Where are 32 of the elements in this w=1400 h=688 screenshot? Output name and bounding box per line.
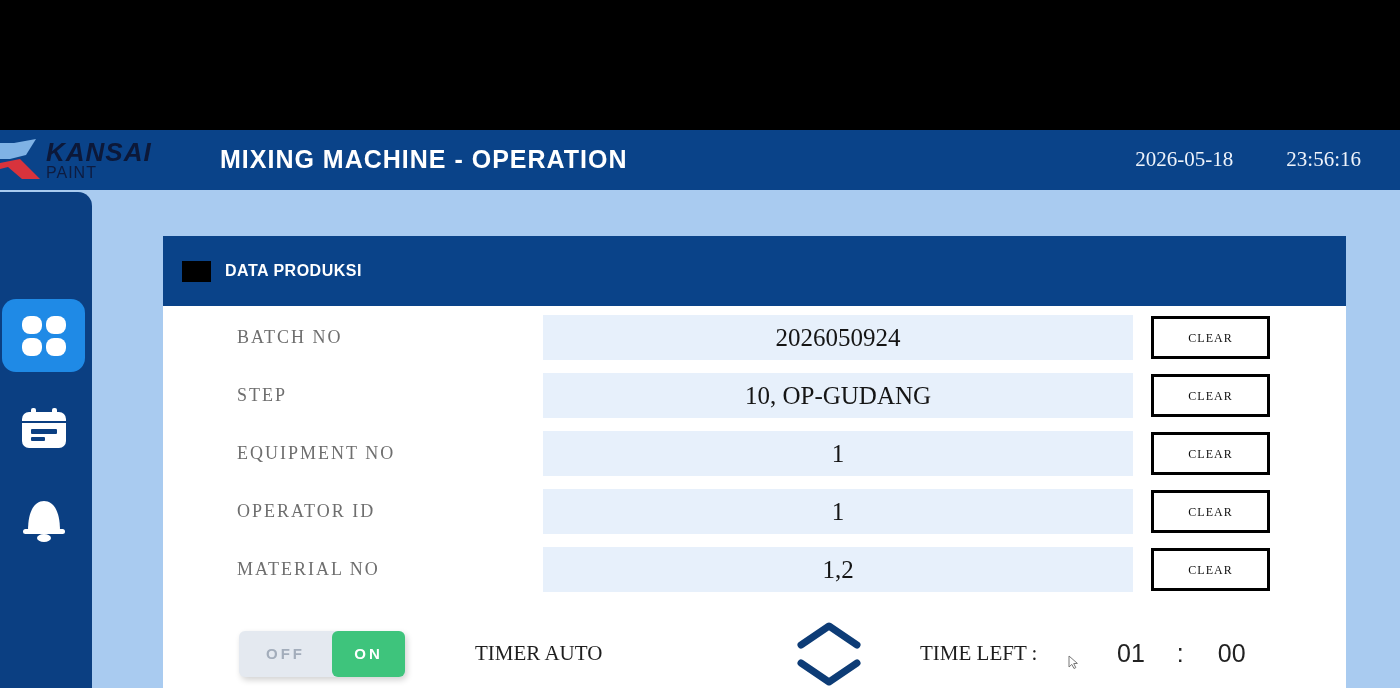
value-field[interactable]: 1 — [543, 431, 1133, 476]
minutes-text: 01 — [1117, 638, 1145, 670]
value-field[interactable]: 2026050924 — [543, 315, 1133, 360]
date-text: 2026-05-18 — [1135, 146, 1234, 174]
field-label: MATERIAL NO — [237, 559, 380, 579]
clear-button[interactable]: CLEAR — [1151, 316, 1270, 359]
field-label: EQUIPMENT NO — [237, 443, 396, 463]
value-field[interactable]: 10, OP-GUDANG — [543, 373, 1133, 418]
calendar-icon — [21, 407, 66, 448]
field-label: OPERATOR ID — [237, 501, 376, 521]
clear-button[interactable]: CLEAR — [1151, 432, 1270, 475]
value-field[interactable]: 1,2 — [543, 547, 1133, 592]
timer-auto-label: TIMER AUTO — [475, 641, 603, 666]
logo-subtitle: PAINT — [46, 165, 98, 181]
time-separator: : — [1176, 638, 1184, 670]
cursor-icon — [1068, 655, 1078, 669]
clear-button[interactable]: CLEAR — [1151, 490, 1270, 533]
window-title: MIXING MACHINE - OPERATION — [220, 144, 628, 176]
sidebar-item[interactable] — [2, 299, 85, 372]
up-down-chevron-icon[interactable] — [796, 621, 862, 687]
value-field[interactable]: 1 — [543, 489, 1133, 534]
clear-button[interactable]: CLEAR — [1151, 548, 1270, 591]
seconds-text: 00 — [1217, 638, 1246, 670]
clear-button[interactable]: CLEAR — [1151, 374, 1270, 417]
field-label: STEP — [237, 385, 287, 405]
panel-title: DATA PRODUKSI — [225, 261, 362, 281]
time-text: 23:56:16 — [1286, 146, 1361, 174]
field-label: BATCH NO — [237, 327, 343, 347]
logo-name: KANSAI — [46, 139, 152, 165]
grid-icon — [21, 315, 66, 356]
time-left-label: TIME LEFT : — [920, 641, 1038, 666]
square-icon — [182, 260, 211, 282]
